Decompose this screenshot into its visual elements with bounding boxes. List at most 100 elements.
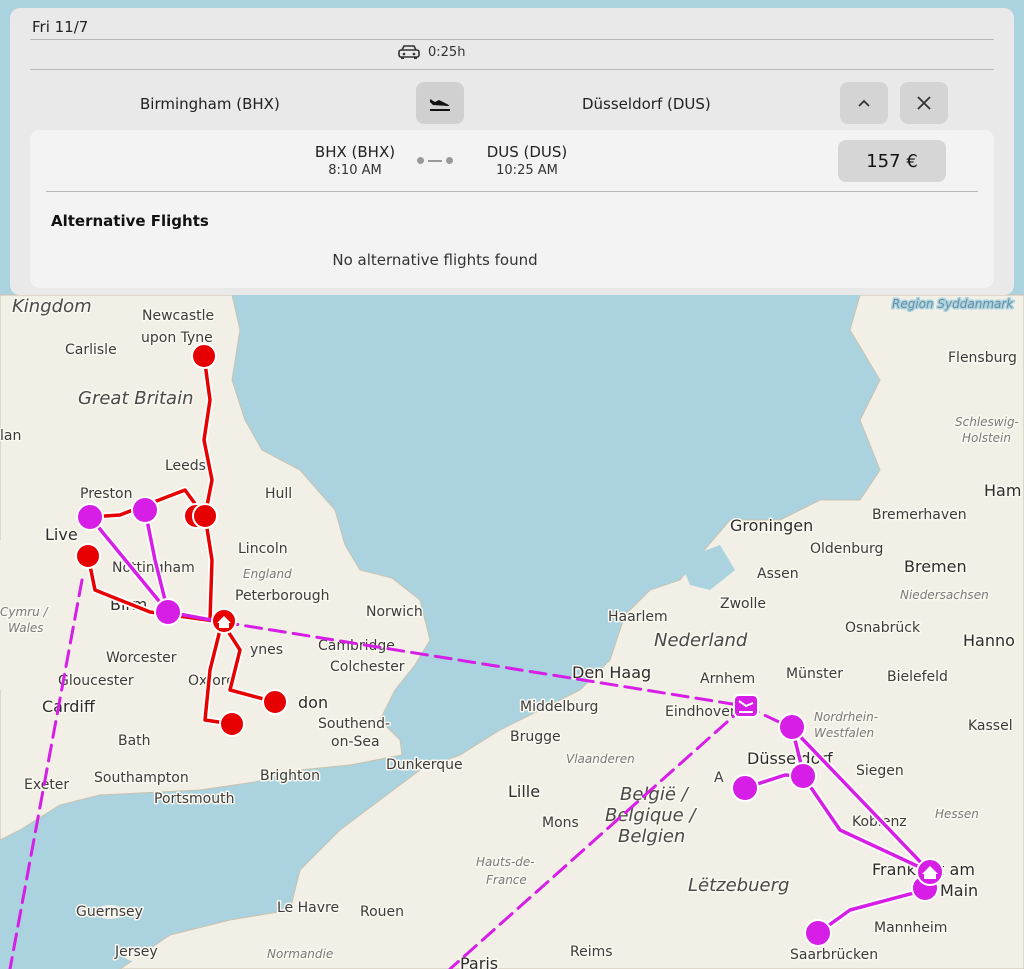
marker-birmingham[interactable] [154, 598, 182, 626]
label-saarbrucken: Saarbrücken [790, 947, 878, 963]
label-cymru: Cymru / [0, 605, 50, 619]
label-vlaanderen: Vlaanderen [566, 752, 635, 766]
arrival-code: DUS (DUS) [486, 143, 568, 161]
label-eindhoven: Eindhoven [665, 704, 739, 720]
label-belgique: Belgique / [605, 805, 697, 826]
label-england: England [243, 567, 292, 581]
chevron-up-icon [858, 99, 870, 107]
label-milton-keynes: ynes [250, 642, 283, 658]
marker-cologne[interactable] [789, 762, 817, 790]
marker-liverpool[interactable] [75, 543, 101, 569]
flight-route-row: Birmingham (BHX) Düsseldorf (DUS) [30, 82, 994, 128]
label-westfalen: Westfalen [814, 726, 874, 740]
collapse-button[interactable] [840, 82, 888, 124]
label-schleswig: Schleswig- [955, 415, 1019, 429]
label-preston: Preston [80, 486, 132, 502]
label-newcastle: Newcastle [142, 308, 214, 324]
alternative-flights-message: No alternative flights found [332, 251, 538, 269]
label-reims: Reims [570, 944, 613, 960]
label-wales: Wales [8, 621, 44, 635]
trip-date: Fri 11/7 [32, 18, 89, 36]
label-dunkerque: Dunkerque [386, 757, 463, 773]
airport-marker-dus[interactable] [733, 694, 759, 718]
alternative-flights-title: Alternative Flights [51, 212, 209, 230]
label-worcester: Worcester [106, 650, 177, 666]
label-hauts-de: Hauts-de- [476, 855, 535, 869]
label-exeter: Exeter [24, 777, 69, 793]
label-middelburg: Middelburg [520, 699, 598, 715]
label-oldenburg: Oldenburg [810, 541, 883, 557]
flight-card: BHX (BHX) 8:10 AM DUS (DUS) 10:25 AM 157… [30, 130, 994, 288]
marker-aachen[interactable] [731, 774, 759, 802]
label-lincoln: Lincoln [238, 541, 288, 557]
label-norwich: Norwich [366, 604, 423, 620]
label-hull: Hull [265, 486, 292, 502]
label-leeds: Leeds [165, 458, 206, 474]
label-hessen: Hessen [935, 807, 979, 821]
drive-info: 0:25h [398, 44, 465, 60]
connector-dot [417, 157, 424, 164]
label-bremerhaven: Bremerhaven [872, 507, 967, 523]
label-flensburg: Flensburg [948, 350, 1017, 366]
marker-reading[interactable] [219, 711, 245, 737]
label-nordrhein: Nordrhein- [814, 710, 878, 724]
label-lille: Lille [508, 782, 540, 801]
label-niedersachsen: Niedersachsen [900, 588, 989, 602]
divider [30, 39, 994, 40]
connector-dash [428, 159, 442, 162]
label-hannover: Hanno [963, 631, 1015, 650]
marker-saarbrucken[interactable] [804, 919, 832, 947]
label-bremen: Bremen [904, 557, 967, 576]
label-portsmouth: Portsmouth [154, 791, 235, 807]
label-guernsey: Guernsey [76, 904, 143, 920]
label-southampton: Southampton [94, 770, 189, 786]
label-haarlem: Haarlem [608, 609, 668, 625]
label-assen: Assen [757, 566, 799, 582]
marker-manchester[interactable] [131, 496, 159, 524]
origin-airport: Birmingham (BHX) [140, 95, 280, 113]
label-munster: Münster [786, 666, 843, 682]
label-london: don [298, 693, 328, 712]
marker-leeds[interactable] [192, 503, 218, 529]
divider [30, 69, 994, 70]
drive-duration: 0:25h [428, 44, 466, 60]
flight-connector [417, 157, 453, 164]
plane-landing-icon [430, 99, 450, 111]
label-holstein: Holstein [962, 431, 1011, 445]
arrival-info: DUS (DUS) 10:25 AM [472, 143, 582, 178]
label-rouen: Rouen [360, 904, 404, 920]
label-on-sea: on-Sea [331, 734, 380, 750]
label-france-region: France [486, 873, 527, 887]
label-peterborough: Peterborough [235, 588, 330, 604]
label-region-syddanmark: Region Syddanmark [892, 297, 1014, 311]
flight-mode-button[interactable] [416, 82, 464, 124]
label-southend: Southend- [318, 716, 390, 732]
label-mannheim: Mannheim [874, 920, 947, 936]
label-aachen: A [714, 770, 724, 786]
label-lan: lan [0, 428, 21, 444]
divider [46, 191, 978, 192]
home-marker-frankfurt[interactable] [916, 858, 944, 886]
marker-newcastle[interactable] [191, 343, 217, 369]
marker-dusseldorf[interactable] [778, 713, 806, 741]
label-belgien: Belgien [618, 826, 685, 847]
label-brugge: Brugge [510, 729, 561, 745]
label-great-britain: Great Britain [78, 388, 193, 409]
close-icon [917, 96, 931, 110]
label-zwolle: Zwolle [720, 596, 766, 612]
price-button[interactable]: 157 € [838, 140, 946, 182]
label-arnhem: Arnhem [700, 671, 755, 687]
marker-london[interactable] [262, 689, 288, 715]
label-bath: Bath [118, 733, 151, 749]
label-le-havre: Le Havre [277, 900, 339, 916]
home-marker-birmingham[interactable] [211, 608, 237, 634]
close-button[interactable] [900, 82, 948, 124]
label-kassel: Kassel [968, 718, 1013, 734]
destination-airport: Düsseldorf (DUS) [582, 95, 711, 113]
label-siegen: Siegen [856, 763, 904, 779]
label-main: Main [940, 881, 978, 900]
label-osnabruck: Osnabrück [845, 620, 921, 636]
trip-panel: Fri 11/7 0:25h Birmingham (BHX) Düsseldo… [10, 8, 1014, 295]
marker-preston[interactable] [76, 503, 104, 531]
label-brighton: Brighton [260, 768, 320, 784]
